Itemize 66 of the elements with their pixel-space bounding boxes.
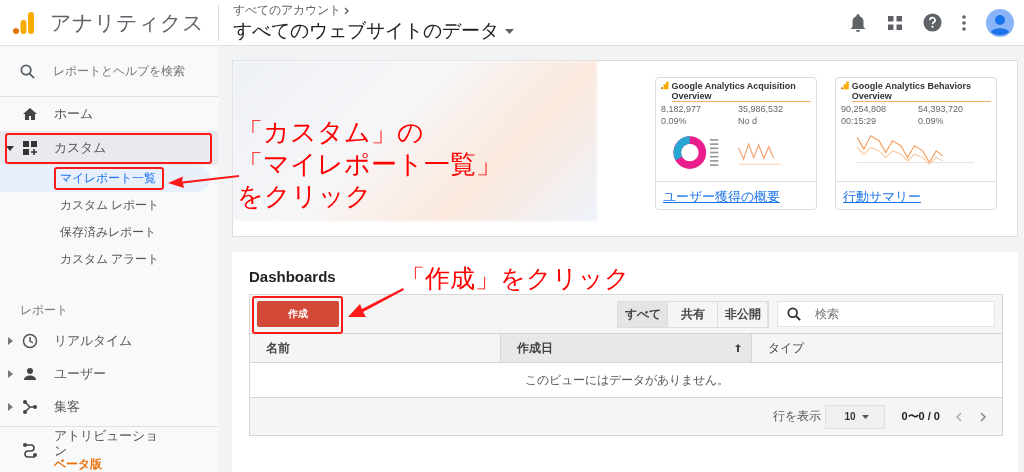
home-icon (22, 106, 38, 122)
avatar-icon[interactable] (986, 8, 1014, 37)
nav-item[interactable]: ホーム (0, 97, 218, 131)
annotation-text: 「カスタム」の (237, 116, 425, 148)
thumbnail-stat: 8,182,977 (661, 104, 702, 115)
dropdown-icon (861, 414, 869, 419)
analytics-logo-icon (12, 10, 36, 35)
thumbnail-stat: 90,254,808 (841, 104, 887, 115)
nav-subitem[interactable]: 保存済みレポート (0, 219, 218, 246)
page-range: 0〜0 / 0 (901, 409, 940, 424)
search-icon (20, 63, 35, 79)
more-menu-icon[interactable] (962, 14, 966, 31)
thumbnail-stat: 0.09% (918, 116, 944, 127)
thumbnail-title: Google Analytics Behaviors Overview (851, 81, 991, 102)
search-input[interactable]: 検索 (813, 306, 967, 322)
rows-label: 行を表示 (773, 408, 822, 425)
person-icon (22, 365, 38, 382)
thumbnail-stat: 35,986,532 (738, 104, 784, 115)
search-field[interactable]: レポートとヘルプを検索 (53, 62, 185, 80)
beta-label: ベータ版 (54, 458, 102, 471)
create-button[interactable]: 作成 (257, 301, 339, 327)
dropdown-icon (505, 28, 514, 34)
caret-icon[interactable] (6, 144, 14, 152)
analytics-logo-icon (661, 81, 669, 90)
clock-icon (22, 332, 38, 349)
empty-message: このビューにはデータがありません。 (525, 371, 729, 389)
apps-grid-icon[interactable] (887, 14, 903, 31)
nav-item[interactable]: 集客 (0, 390, 218, 423)
thumbnail-title: Google Analytics Acquisition Overview (671, 81, 811, 102)
next-page-icon[interactable] (978, 411, 988, 422)
nav-item[interactable]: アトリビューション (54, 428, 162, 458)
thumbnail-stat: 0.09% (661, 116, 687, 127)
annotation-text: をクリック (237, 180, 373, 212)
annotation-text: 「作成」をクリック (400, 263, 630, 294)
acquisition-icon (22, 398, 38, 415)
chevron-icon (344, 6, 350, 15)
app-name: アナリティクス (50, 4, 219, 41)
sort-arrow-icon (735, 344, 741, 352)
search-field[interactable]: 検索 (777, 301, 995, 327)
report-card[interactable]: Google Analytics Behaviors Overview 90,254,808 54,393,720 00:15:29 0.09% 行動サマリー (835, 77, 997, 210)
report-link[interactable]: ユーザー獲得の概要 (656, 182, 816, 206)
section-label: レポート (19, 302, 68, 319)
report-card[interactable]: Google Analytics Acquisition Overview 8,182,977 35,986,532 0.09% No d ユーザー獲得の概要 (655, 77, 817, 210)
custom-icon (22, 140, 38, 156)
nav-item[interactable]: リアルタイム (0, 324, 218, 357)
page-size-select[interactable]: 10 (825, 404, 886, 429)
annotation-text: 「マイレポート一覧」 (237, 148, 502, 180)
notification-bell-icon[interactable] (849, 12, 867, 33)
analytics-logo-icon (841, 81, 849, 90)
section-title: Dashboards (249, 268, 336, 285)
nav-subitem[interactable]: カスタム アラート (0, 246, 218, 273)
column-header[interactable]: タイプ (752, 334, 1002, 362)
annotation-arrow (348, 287, 404, 319)
property-selector[interactable]: すべてのウェブサイトのデータ (233, 19, 514, 43)
thumbnail-stat: 54,393,720 (918, 104, 964, 115)
column-header[interactable]: 作成日 (501, 334, 752, 362)
thumbnail-stat: No d (738, 116, 757, 127)
thumbnail-stat: 00:15:29 (841, 116, 877, 127)
filter-tab[interactable]: すべて (618, 301, 668, 327)
search-icon (787, 307, 801, 321)
help-icon[interactable] (923, 13, 942, 32)
report-link[interactable]: 行動サマリー (836, 182, 996, 206)
nav-subitem[interactable]: カスタム レポート (0, 192, 218, 219)
nav-item[interactable]: ユーザー (0, 357, 218, 390)
attribution-icon (22, 441, 38, 458)
account-breadcrumb[interactable]: すべてのアカウント (233, 2, 514, 19)
